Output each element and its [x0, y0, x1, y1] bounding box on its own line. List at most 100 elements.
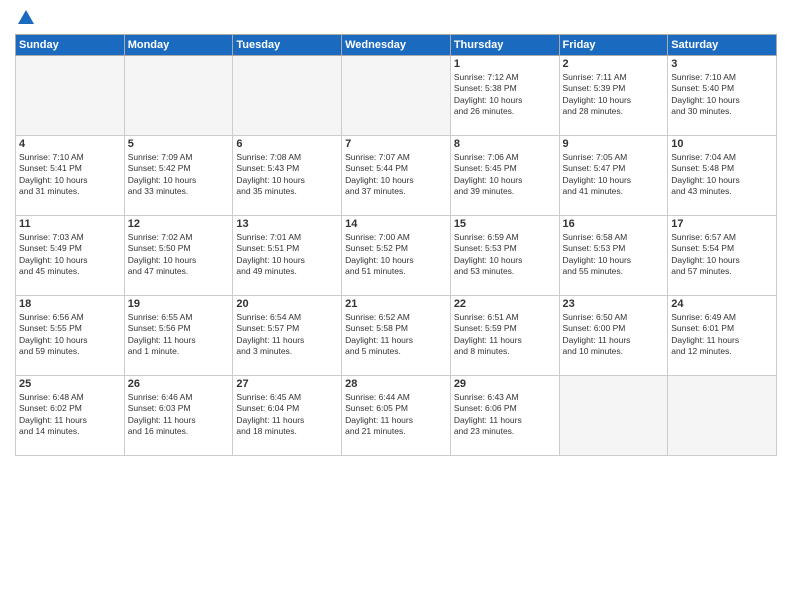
calendar-cell	[559, 376, 668, 456]
weekday-sunday: Sunday	[16, 35, 125, 56]
day-info: Sunrise: 7:11 AM Sunset: 5:39 PM Dayligh…	[563, 72, 665, 118]
calendar-cell: 24 Sunrise: 6:49 AM Sunset: 6:01 PM Dayli…	[668, 296, 777, 376]
day-number: 26	[128, 378, 230, 390]
weekday-monday: Monday	[124, 35, 233, 56]
calendar-cell: 22 Sunrise: 6:51 AM Sunset: 5:59 PM Dayli…	[450, 296, 559, 376]
calendar-cell: 6 Sunrise: 7:08 AM Sunset: 5:43 PM Daylig…	[233, 136, 342, 216]
day-number: 3	[671, 58, 773, 70]
day-number: 16	[563, 218, 665, 230]
calendar-cell: 14 Sunrise: 7:00 AM Sunset: 5:52 PM Dayli…	[342, 216, 451, 296]
day-info: Sunrise: 7:01 AM Sunset: 5:51 PM Dayligh…	[236, 232, 338, 278]
calendar-cell: 11Sunrise: 7:03 AM Sunset: 5:49 PM Dayli…	[16, 216, 125, 296]
day-number: 27	[236, 378, 338, 390]
day-number: 18	[19, 298, 121, 310]
day-info: Sunrise: 7:08 AM Sunset: 5:43 PM Dayligh…	[236, 152, 338, 198]
header	[15, 10, 777, 26]
calendar-cell: 12Sunrise: 7:02 AM Sunset: 5:50 PM Dayli…	[124, 216, 233, 296]
day-number: 6	[236, 138, 338, 150]
day-info: Sunrise: 7:10 AM Sunset: 5:41 PM Dayligh…	[19, 152, 121, 198]
calendar-cell: 15 Sunrise: 6:59 AM Sunset: 5:53 PM Dayli…	[450, 216, 559, 296]
day-number: 15	[454, 218, 556, 230]
day-number: 22	[454, 298, 556, 310]
day-info: Sunrise: 7:00 AM Sunset: 5:52 PM Dayligh…	[345, 232, 447, 278]
calendar-cell: 10 Sunrise: 7:04 AM Sunset: 5:48 PM Dayli…	[668, 136, 777, 216]
day-number: 19	[128, 298, 230, 310]
weekday-saturday: Saturday	[668, 35, 777, 56]
calendar-cell	[124, 56, 233, 136]
calendar-cell: 20 Sunrise: 6:54 AM Sunset: 5:57 PM Dayli…	[233, 296, 342, 376]
weekday-header-row: SundayMondayTuesdayWednesdayThursdayFrid…	[16, 35, 777, 56]
day-number: 7	[345, 138, 447, 150]
calendar-cell: 2 Sunrise: 7:11 AM Sunset: 5:39 PM Daylig…	[559, 56, 668, 136]
calendar-cell: 13 Sunrise: 7:01 AM Sunset: 5:51 PM Dayli…	[233, 216, 342, 296]
calendar-cell: 26Sunrise: 6:46 AM Sunset: 6:03 PM Dayli…	[124, 376, 233, 456]
day-number: 4	[19, 138, 121, 150]
day-info: Sunrise: 6:45 AM Sunset: 6:04 PM Dayligh…	[236, 392, 338, 438]
day-number: 21	[345, 298, 447, 310]
day-info: Sunrise: 6:51 AM Sunset: 5:59 PM Dayligh…	[454, 312, 556, 358]
day-info: Sunrise: 7:02 AM Sunset: 5:50 PM Dayligh…	[128, 232, 230, 278]
logo-icon	[17, 8, 35, 26]
logo	[15, 10, 35, 26]
day-info: Sunrise: 6:44 AM Sunset: 6:05 PM Dayligh…	[345, 392, 447, 438]
day-number: 23	[563, 298, 665, 310]
day-info: Sunrise: 7:05 AM Sunset: 5:47 PM Dayligh…	[563, 152, 665, 198]
week-row-5: 25 Sunrise: 6:48 AM Sunset: 6:02 PM Dayli…	[16, 376, 777, 456]
day-info: Sunrise: 6:49 AM Sunset: 6:01 PM Dayligh…	[671, 312, 773, 358]
calendar-cell	[668, 376, 777, 456]
calendar-cell: 7 Sunrise: 7:07 AM Sunset: 5:44 PM Daylig…	[342, 136, 451, 216]
day-info: Sunrise: 7:12 AM Sunset: 5:38 PM Dayligh…	[454, 72, 556, 118]
day-number: 5	[128, 138, 230, 150]
day-number: 2	[563, 58, 665, 70]
day-info: Sunrise: 7:06 AM Sunset: 5:45 PM Dayligh…	[454, 152, 556, 198]
weekday-thursday: Thursday	[450, 35, 559, 56]
day-info: Sunrise: 6:55 AM Sunset: 5:56 PM Dayligh…	[128, 312, 230, 358]
day-info: Sunrise: 7:10 AM Sunset: 5:40 PM Dayligh…	[671, 72, 773, 118]
day-info: Sunrise: 6:58 AM Sunset: 5:53 PM Dayligh…	[563, 232, 665, 278]
calendar-cell: 19 Sunrise: 6:55 AM Sunset: 5:56 PM Dayli…	[124, 296, 233, 376]
calendar-cell: 8 Sunrise: 7:06 AM Sunset: 5:45 PM Daylig…	[450, 136, 559, 216]
calendar-cell	[233, 56, 342, 136]
page-container: SundayMondayTuesdayWednesdayThursdayFrid…	[0, 0, 792, 461]
weekday-friday: Friday	[559, 35, 668, 56]
calendar-body: 1Sunrise: 7:12 AM Sunset: 5:38 PM Daylig…	[16, 56, 777, 456]
calendar-cell: 23 Sunrise: 6:50 AM Sunset: 6:00 PM Dayli…	[559, 296, 668, 376]
calendar-table: SundayMondayTuesdayWednesdayThursdayFrid…	[15, 34, 777, 456]
day-info: Sunrise: 6:48 AM Sunset: 6:02 PM Dayligh…	[19, 392, 121, 438]
day-number: 13	[236, 218, 338, 230]
day-number: 14	[345, 218, 447, 230]
day-number: 28	[345, 378, 447, 390]
day-info: Sunrise: 6:56 AM Sunset: 5:55 PM Dayligh…	[19, 312, 121, 358]
day-info: Sunrise: 7:04 AM Sunset: 5:48 PM Dayligh…	[671, 152, 773, 198]
week-row-1: 1Sunrise: 7:12 AM Sunset: 5:38 PM Daylig…	[16, 56, 777, 136]
calendar-cell	[16, 56, 125, 136]
day-info: Sunrise: 7:03 AM Sunset: 5:49 PM Dayligh…	[19, 232, 121, 278]
day-info: Sunrise: 6:57 AM Sunset: 5:54 PM Dayligh…	[671, 232, 773, 278]
day-number: 25	[19, 378, 121, 390]
calendar-cell: 4 Sunrise: 7:10 AM Sunset: 5:41 PM Daylig…	[16, 136, 125, 216]
day-info: Sunrise: 6:43 AM Sunset: 6:06 PM Dayligh…	[454, 392, 556, 438]
weekday-tuesday: Tuesday	[233, 35, 342, 56]
week-row-2: 4 Sunrise: 7:10 AM Sunset: 5:41 PM Daylig…	[16, 136, 777, 216]
day-info: Sunrise: 7:07 AM Sunset: 5:44 PM Dayligh…	[345, 152, 447, 198]
day-number: 10	[671, 138, 773, 150]
day-info: Sunrise: 6:54 AM Sunset: 5:57 PM Dayligh…	[236, 312, 338, 358]
day-number: 9	[563, 138, 665, 150]
calendar-cell: 21 Sunrise: 6:52 AM Sunset: 5:58 PM Dayli…	[342, 296, 451, 376]
calendar-cell: 29Sunrise: 6:43 AM Sunset: 6:06 PM Dayli…	[450, 376, 559, 456]
day-number: 8	[454, 138, 556, 150]
calendar-cell: 16 Sunrise: 6:58 AM Sunset: 5:53 PM Dayli…	[559, 216, 668, 296]
day-info: Sunrise: 6:50 AM Sunset: 6:00 PM Dayligh…	[563, 312, 665, 358]
calendar-cell: 9 Sunrise: 7:05 AM Sunset: 5:47 PM Daylig…	[559, 136, 668, 216]
week-row-3: 11Sunrise: 7:03 AM Sunset: 5:49 PM Dayli…	[16, 216, 777, 296]
calendar-cell: 3 Sunrise: 7:10 AM Sunset: 5:40 PM Daylig…	[668, 56, 777, 136]
day-number: 24	[671, 298, 773, 310]
day-info: Sunrise: 6:59 AM Sunset: 5:53 PM Dayligh…	[454, 232, 556, 278]
day-info: Sunrise: 6:52 AM Sunset: 5:58 PM Dayligh…	[345, 312, 447, 358]
calendar-cell: 5Sunrise: 7:09 AM Sunset: 5:42 PM Daylig…	[124, 136, 233, 216]
day-number: 17	[671, 218, 773, 230]
calendar-cell	[342, 56, 451, 136]
day-number: 20	[236, 298, 338, 310]
calendar-cell: 17 Sunrise: 6:57 AM Sunset: 5:54 PM Dayli…	[668, 216, 777, 296]
calendar-cell: 1Sunrise: 7:12 AM Sunset: 5:38 PM Daylig…	[450, 56, 559, 136]
